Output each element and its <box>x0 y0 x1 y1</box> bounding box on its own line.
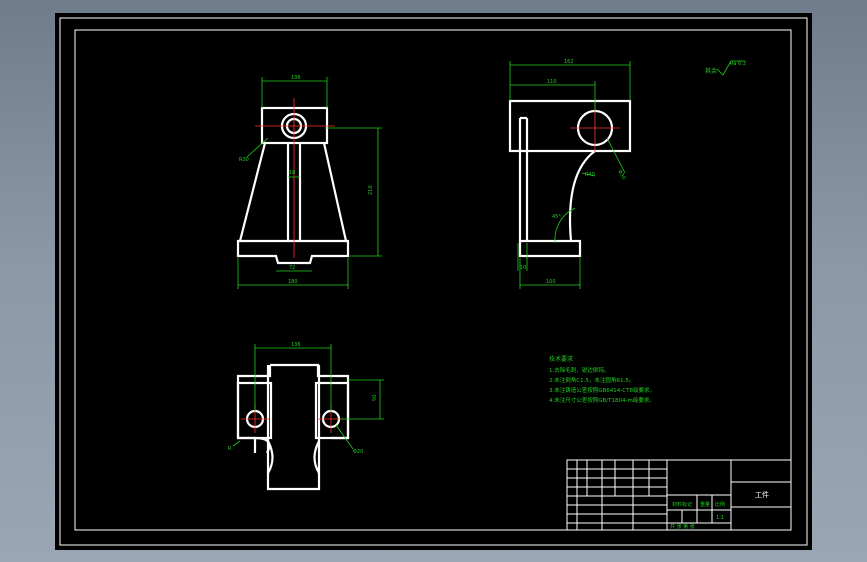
plan-dim-r: R <box>228 446 232 452</box>
inner-frame <box>74 29 792 531</box>
title-part-name: 工件 <box>755 490 769 499</box>
plan-dim-top: 136 <box>291 342 301 348</box>
front-body <box>236 142 350 265</box>
front-view: 136 180 72 210 R30 18 <box>236 75 382 289</box>
title-material-label: 材料标记 <box>672 501 692 508</box>
surface-finish-value: Ra 6.3 <box>730 61 746 67</box>
technical-notes: 技术要求 1.去除毛刺、锐边倒钝。 2.未注倒角C1.5，未注圆角R1.5。 3… <box>549 355 655 404</box>
plan-body <box>266 365 321 491</box>
note-item: 4.未注尺寸公差按照GB/T1804-m级要求。 <box>549 396 655 404</box>
note-item: 3.未注铸造公差按照GB6414-CT8级要求。 <box>549 386 655 394</box>
note-item: 2.未注倒角C1.5，未注圆角R1.5。 <box>549 376 634 384</box>
plan-dim-phi: Φ20 <box>353 449 363 455</box>
side-dim-inner: 110 <box>547 79 557 85</box>
notes-title: 技术要求 <box>549 355 573 363</box>
title-block: 工件 材料标记 重量 比例 1:1 共 张 第 张 <box>566 459 792 531</box>
side-dim-total: 162 <box>564 59 574 65</box>
plan-view: 136 50 Φ20 R <box>228 342 384 491</box>
outer-frame <box>59 17 808 546</box>
note-item: 1.去除毛刺、锐边倒钝。 <box>549 366 609 374</box>
side-web-curve <box>568 150 596 242</box>
side-dim-phi: Φ30 <box>616 169 626 181</box>
front-dim-top: 136 <box>291 75 301 81</box>
title-weight-label: 重量 <box>700 501 710 508</box>
surface-finish: 其余 Ra 6.3 <box>705 60 746 76</box>
side-dim-small: 10 <box>520 265 526 271</box>
title-scale-value: 1:1 <box>716 515 724 521</box>
side-base <box>518 239 582 258</box>
front-dim-slot: 72 <box>289 265 295 271</box>
title-scale-label: 比例 <box>715 501 725 508</box>
side-dim-angle: 45° <box>552 214 561 220</box>
front-dim-height: 210 <box>368 185 374 195</box>
title-sheet-info: 共 张 第 张 <box>670 523 695 530</box>
plan-dim-side: 50 <box>372 395 378 401</box>
front-dim-rib: 18 <box>289 170 295 176</box>
drawing-sheet: 136 180 72 210 R30 18 162 110 100 R40 Φ3 <box>55 13 812 550</box>
front-dim-bottom: 180 <box>288 279 298 285</box>
cad-drawing: 136 180 72 210 R30 18 162 110 100 R40 Φ3 <box>59 17 808 546</box>
front-dim-radius: R30 <box>239 157 249 163</box>
side-dim-radius: R40 <box>585 172 595 178</box>
surface-finish-label: 其余 <box>705 67 717 75</box>
side-view: 162 110 100 R40 Φ30 45° 10 <box>508 59 632 289</box>
side-dim-base: 100 <box>546 279 556 285</box>
